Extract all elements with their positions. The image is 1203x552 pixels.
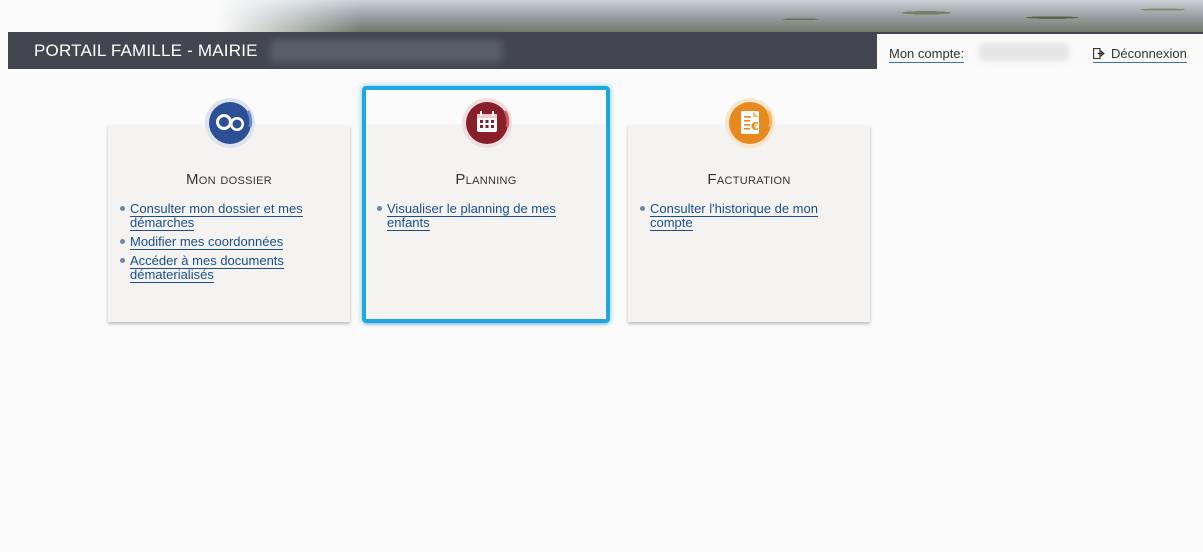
svg-text:€: € <box>750 120 759 133</box>
card-mon-dossier: Mon dossier Consulter mon dossier et mes… <box>108 98 350 322</box>
card-links: Consulter l'historique de mon compte <box>640 201 860 235</box>
card-title: Facturation <box>707 171 791 188</box>
card-facturation: € Facturation Consulter l'historique de … <box>628 98 870 322</box>
logout-button[interactable]: Déconnexion <box>1093 46 1187 63</box>
list-item[interactable]: Modifier mes coordonnées <box>120 234 340 250</box>
selection-highlight <box>362 86 610 323</box>
redacted-account-name <box>979 43 1069 61</box>
card-title: Mon dossier <box>186 171 272 188</box>
link-documents[interactable]: Accéder à mes documents dématerialisés <box>130 253 284 283</box>
top-navigation-bar: PORTAIL FAMILLE - MAIRIE Mon compte: Déc… <box>8 32 1203 69</box>
family-icon <box>205 98 255 148</box>
account-link[interactable]: Mon compte: <box>889 46 965 63</box>
portal-title: PORTAIL FAMILLE - MAIRIE <box>34 41 258 60</box>
link-consulter-dossier[interactable]: Consulter mon dossier et mes démarches <box>130 201 303 231</box>
link-historique-compte[interactable]: Consulter l'historique de mon compte <box>650 201 818 231</box>
invoice-euro-icon: € <box>725 98 775 148</box>
account-panel: Mon compte: Déconnexion <box>877 34 1203 69</box>
link-modifier-coordonnees[interactable]: Modifier mes coordonnées <box>130 234 284 250</box>
logout-icon <box>1093 48 1105 59</box>
header-banner <box>0 0 1203 32</box>
list-item[interactable]: Consulter mon dossier et mes démarches <box>120 201 340 231</box>
logout-label: Déconnexion <box>1111 46 1187 61</box>
list-item[interactable]: Accéder à mes documents dématerialisés <box>120 253 340 283</box>
redacted-municipality-name <box>270 40 502 62</box>
list-item[interactable]: Consulter l'historique de mon compte <box>640 201 860 231</box>
banner-image <box>700 0 1203 32</box>
card-links: Consulter mon dossier et mes démarches M… <box>120 201 340 287</box>
